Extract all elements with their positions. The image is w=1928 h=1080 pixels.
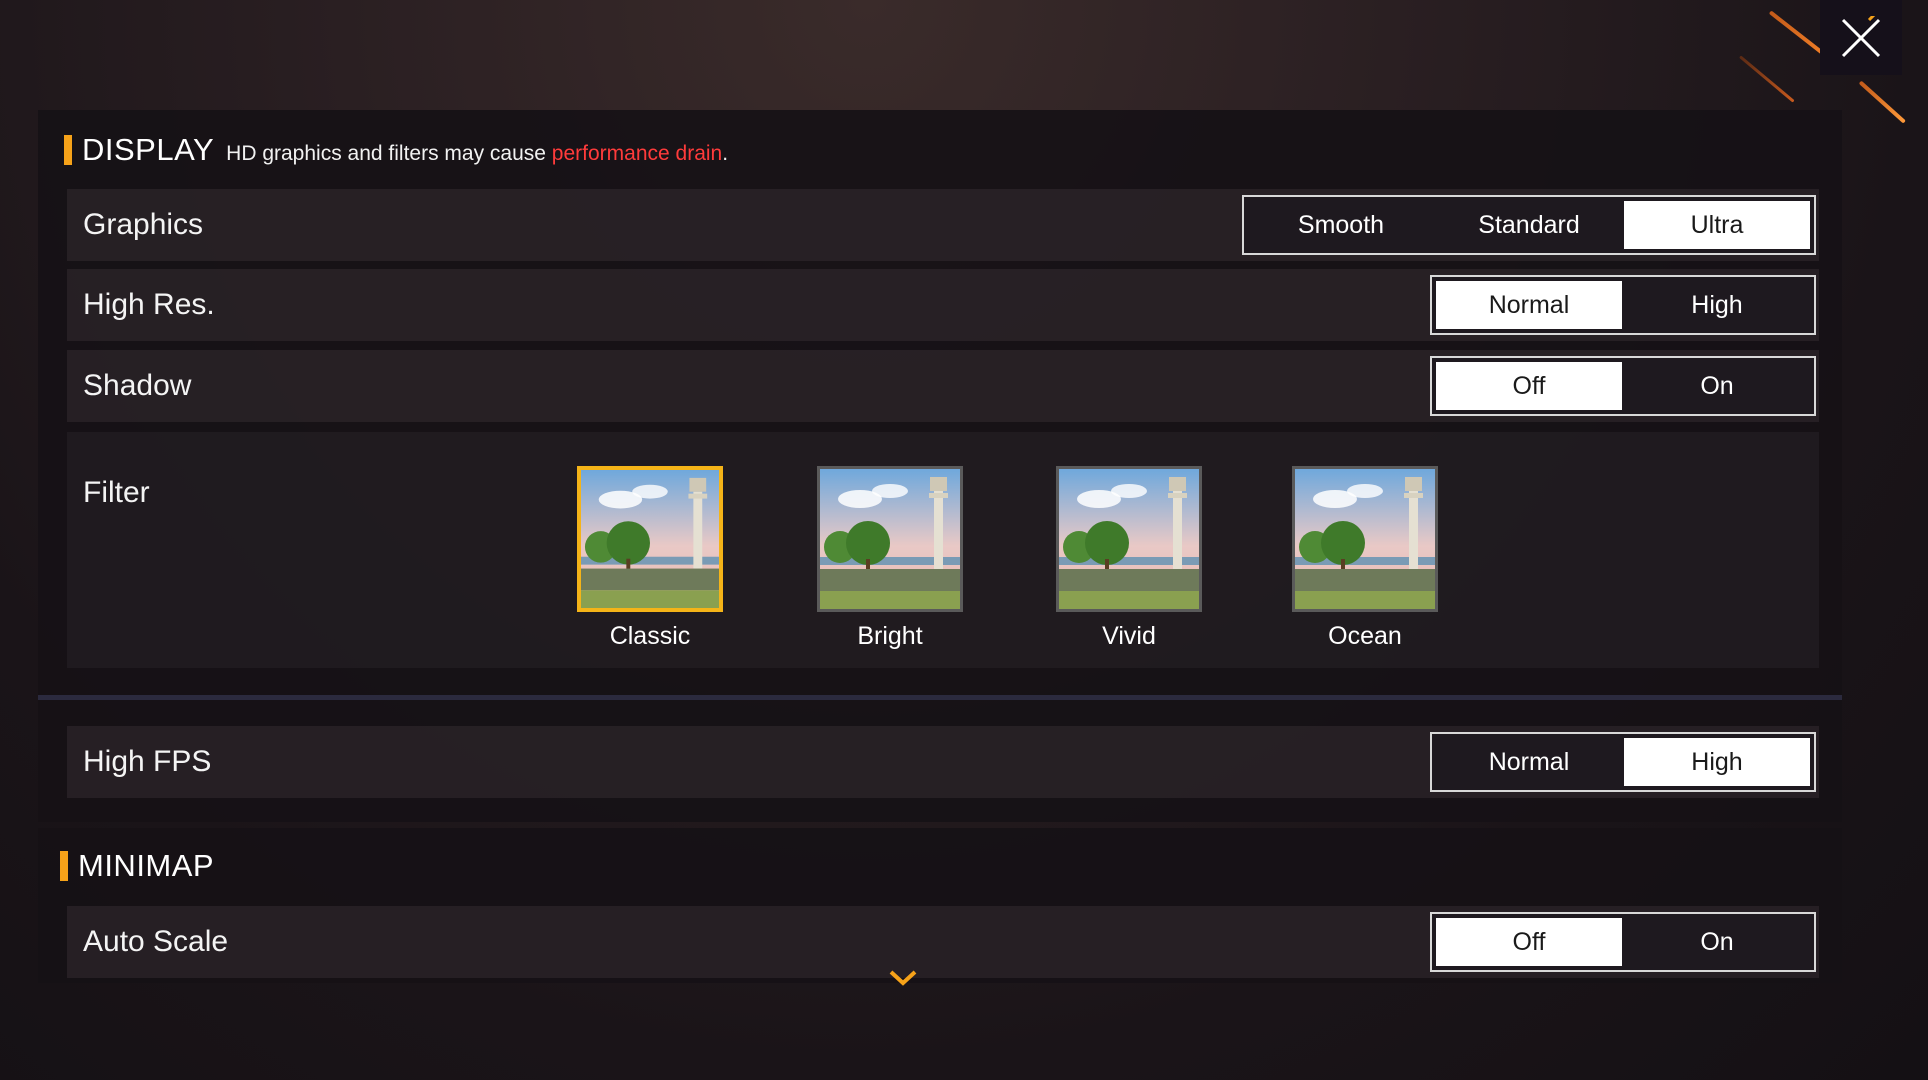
display-section-header: DISPLAY HD graphics and filters may caus… (64, 132, 728, 168)
high-res-option-normal[interactable]: Normal (1436, 281, 1622, 329)
high-fps-row: High FPS Normal High (67, 726, 1819, 798)
auto-scale-label: Auto Scale (83, 925, 229, 958)
filter-label-vivid: Vivid (1102, 622, 1156, 650)
auto-scale-option-on[interactable]: On (1624, 918, 1810, 966)
filter-label-ocean: Ocean (1328, 622, 1402, 650)
shadow-option-off[interactable]: Off (1436, 362, 1622, 410)
filter-label: Filter (83, 476, 150, 509)
high-fps-option-high[interactable]: High (1624, 738, 1810, 786)
display-title: DISPLAY (82, 132, 215, 167)
high-res-row: High Res. Normal High (67, 269, 1819, 341)
filter-label-bright: Bright (857, 622, 923, 650)
filter-row: Filter Classic Bright Vivid Ocean (67, 432, 1819, 668)
high-res-option-high[interactable]: High (1624, 281, 1810, 329)
section-accent-bar (60, 851, 68, 881)
graphics-label: Graphics (83, 208, 204, 241)
shadow-label: Shadow (83, 369, 192, 402)
high-fps-option-normal[interactable]: Normal (1436, 738, 1622, 786)
graphics-selector: Smooth Standard Ultra (1242, 195, 1816, 255)
filter-thumbnail-ocean (1292, 466, 1438, 612)
display-note-suffix: . (722, 142, 729, 165)
auto-scale-row: Auto Scale Off On (67, 906, 1819, 978)
filter-thumbnail-vivid (1056, 466, 1202, 612)
filter-option-ocean[interactable]: Ocean (1292, 466, 1438, 651)
graphics-option-smooth[interactable]: Smooth (1248, 201, 1434, 249)
filter-option-classic[interactable]: Classic (577, 466, 723, 651)
high-fps-section: High FPS Normal High (38, 700, 1842, 822)
shadow-option-on[interactable]: On (1624, 362, 1810, 410)
high-res-selector: Normal High (1430, 275, 1816, 335)
shadow-selector: Off On (1430, 356, 1816, 416)
display-note-warning: performance drain (551, 142, 723, 165)
filter-option-vivid[interactable]: Vivid (1056, 466, 1202, 651)
auto-scale-option-off[interactable]: Off (1436, 918, 1622, 966)
close-button[interactable] (1820, 0, 1902, 75)
high-res-label: High Res. (83, 288, 215, 321)
display-section: DISPLAY HD graphics and filters may caus… (38, 110, 1842, 695)
minimap-title: MINIMAP (78, 848, 215, 883)
chevron-down-icon[interactable] (888, 968, 918, 988)
section-accent-bar (64, 135, 72, 165)
decor-streak (1858, 80, 1906, 124)
decor-streak (1739, 55, 1795, 103)
filter-option-bright[interactable]: Bright (817, 466, 963, 651)
shadow-row: Shadow Off On (67, 350, 1819, 422)
filter-thumbnail-classic (577, 466, 723, 612)
filter-label-classic: Classic (609, 622, 691, 650)
graphics-option-standard[interactable]: Standard (1436, 201, 1622, 249)
minimap-section: MINIMAP Auto Scale Off On (38, 828, 1842, 983)
auto-scale-selector: Off On (1430, 912, 1816, 972)
graphics-row: Graphics Smooth Standard Ultra (67, 189, 1819, 261)
display-note: HD graphics and filters may cause perfor… (226, 142, 728, 166)
graphics-option-ultra[interactable]: Ultra (1624, 201, 1810, 249)
high-fps-selector: Normal High (1430, 732, 1816, 792)
high-fps-label: High FPS (83, 745, 212, 778)
filter-thumbnail-bright (817, 466, 963, 612)
minimap-section-header: MINIMAP (60, 848, 214, 884)
close-icon (1841, 15, 1881, 57)
display-note-text: HD graphics and filters may cause (226, 142, 552, 165)
